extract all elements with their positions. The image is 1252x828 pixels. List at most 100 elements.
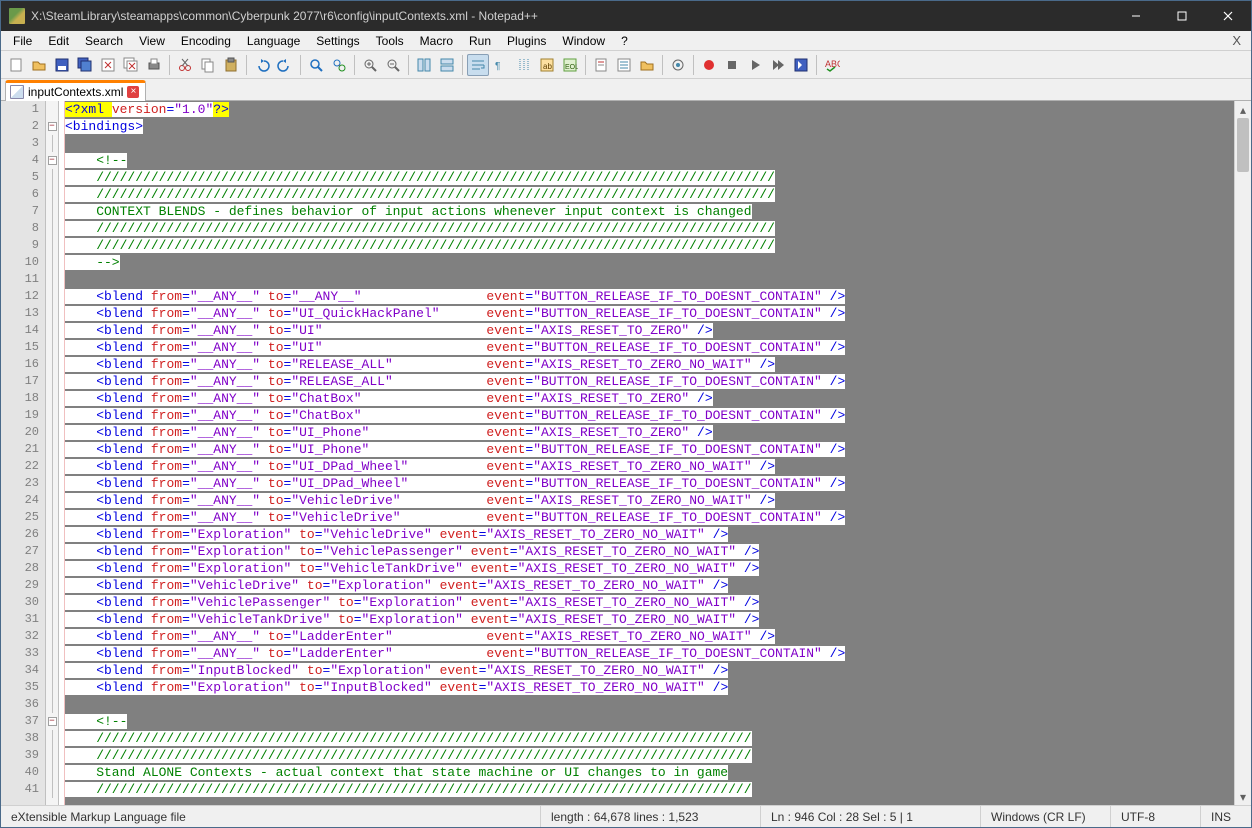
code-line[interactable]: -->: [65, 254, 1234, 271]
fold-cell[interactable]: [46, 424, 58, 441]
minimize-button[interactable]: [1113, 1, 1159, 31]
toolbar-undo-icon[interactable]: [251, 54, 273, 76]
code-line[interactable]: <blend from="Exploration" to="VehicleDri…: [65, 526, 1234, 543]
scroll-down-arrow[interactable]: ▾: [1235, 788, 1251, 805]
fold-cell[interactable]: −: [46, 118, 58, 135]
fold-cell[interactable]: [46, 373, 58, 390]
fold-cell[interactable]: [46, 543, 58, 560]
code-line[interactable]: <blend from="__ANY__" to="ChatBox" event…: [65, 407, 1234, 424]
fold-cell[interactable]: [46, 662, 58, 679]
toolbar-doc-map-icon[interactable]: [590, 54, 612, 76]
scrollbar-track[interactable]: [1235, 118, 1251, 788]
code-line[interactable]: <blend from="__ANY__" to="UI" event="AXI…: [65, 322, 1234, 339]
fold-cell[interactable]: [46, 679, 58, 696]
scroll-up-arrow[interactable]: ▴: [1235, 101, 1251, 118]
code-line[interactable]: ////////////////////////////////////////…: [65, 747, 1234, 764]
toolbar-cut-icon[interactable]: [174, 54, 196, 76]
menu-window[interactable]: Window: [554, 32, 613, 50]
toolbar-print-icon[interactable]: [143, 54, 165, 76]
toolbar-close-all-icon[interactable]: [120, 54, 142, 76]
fold-cell[interactable]: [46, 747, 58, 764]
code-line[interactable]: ////////////////////////////////////////…: [65, 169, 1234, 186]
code-line[interactable]: <blend from="__ANY__" to="UI_QuickHackPa…: [65, 305, 1234, 322]
toolbar-save-all-icon[interactable]: [74, 54, 96, 76]
fold-cell[interactable]: [46, 441, 58, 458]
close-button[interactable]: [1205, 1, 1251, 31]
status-insert-mode[interactable]: INS: [1201, 806, 1251, 827]
toolbar-folder-icon[interactable]: [636, 54, 658, 76]
code-line[interactable]: ////////////////////////////////////////…: [65, 781, 1234, 798]
editor[interactable]: 1234567891011121314151617181920212223242…: [1, 101, 1251, 805]
code-line[interactable]: <blend from="Exploration" to="InputBlock…: [65, 679, 1234, 696]
scrollbar-thumb[interactable]: [1237, 118, 1249, 172]
status-encoding[interactable]: UTF-8: [1111, 806, 1201, 827]
toolbar-paste-icon[interactable]: [220, 54, 242, 76]
code-line[interactable]: <!--: [65, 713, 1234, 730]
toolbar-all-chars-icon[interactable]: ¶: [490, 54, 512, 76]
toolbar-save-icon[interactable]: [51, 54, 73, 76]
fold-toggle-icon[interactable]: −: [48, 122, 57, 131]
code-line[interactable]: ////////////////////////////////////////…: [65, 730, 1234, 747]
toolbar-copy-icon[interactable]: [197, 54, 219, 76]
fold-cell[interactable]: [46, 237, 58, 254]
fold-toggle-icon[interactable]: −: [48, 717, 57, 726]
fold-cell[interactable]: [46, 356, 58, 373]
toolbar-lang-icon[interactable]: ab: [536, 54, 558, 76]
fold-cell[interactable]: −: [46, 713, 58, 730]
toolbar-func-list-icon[interactable]: [613, 54, 635, 76]
code-line[interactable]: <blend from="__ANY__" to="UI_DPad_Wheel"…: [65, 458, 1234, 475]
fold-cell[interactable]: [46, 186, 58, 203]
code-line[interactable]: <blend from="__ANY__" to="LadderEnter" e…: [65, 645, 1234, 662]
toolbar-play-mult-icon[interactable]: [767, 54, 789, 76]
fold-cell[interactable]: [46, 611, 58, 628]
fold-cell[interactable]: [46, 220, 58, 237]
toolbar-wrap-icon[interactable]: [467, 54, 489, 76]
menu-language[interactable]: Language: [239, 32, 308, 50]
menubar-close-doc[interactable]: X: [1226, 33, 1247, 48]
menu-run[interactable]: Run: [461, 32, 499, 50]
toolbar-sync-h-icon[interactable]: [436, 54, 458, 76]
fold-cell[interactable]: [46, 390, 58, 407]
code-line[interactable]: <blend from="__ANY__" to="__ANY__" event…: [65, 288, 1234, 305]
code-line[interactable]: Stand ALONE Contexts - actual context th…: [65, 764, 1234, 781]
fold-cell[interactable]: [46, 475, 58, 492]
toolbar-save-macro-icon[interactable]: [790, 54, 812, 76]
fold-cell[interactable]: [46, 339, 58, 356]
menu-plugins[interactable]: Plugins: [499, 32, 554, 50]
fold-cell[interactable]: [46, 594, 58, 611]
toolbar-sync-v-icon[interactable]: [413, 54, 435, 76]
code-line[interactable]: <blend from="__ANY__" to="UI_Phone" even…: [65, 441, 1234, 458]
code-line[interactable]: [65, 696, 1234, 713]
code-line[interactable]: <blend from="Exploration" to="VehicleTan…: [65, 560, 1234, 577]
toolbar-eol-icon[interactable]: EOL: [559, 54, 581, 76]
fold-cell[interactable]: [46, 101, 58, 118]
toolbar-new-icon[interactable]: [5, 54, 27, 76]
toolbar-stop-icon[interactable]: [721, 54, 743, 76]
code-line[interactable]: <blend from="__ANY__" to="UI_DPad_Wheel"…: [65, 475, 1234, 492]
fold-cell[interactable]: [46, 203, 58, 220]
vertical-scrollbar[interactable]: ▴ ▾: [1234, 101, 1251, 805]
code-line[interactable]: CONTEXT BLENDS - defines behavior of inp…: [65, 203, 1234, 220]
code-line[interactable]: [65, 135, 1234, 152]
code-line[interactable]: ////////////////////////////////////////…: [65, 237, 1234, 254]
toolbar-zoom-in-icon[interactable]: [359, 54, 381, 76]
fold-cell[interactable]: [46, 509, 58, 526]
code-line[interactable]: <bindings>: [65, 118, 1234, 135]
fold-cell[interactable]: [46, 628, 58, 645]
code-line[interactable]: <blend from="__ANY__" to="RELEASE_ALL" e…: [65, 373, 1234, 390]
code-line[interactable]: <blend from="__ANY__" to="UI" event="BUT…: [65, 339, 1234, 356]
fold-cell[interactable]: [46, 322, 58, 339]
toolbar-replace-icon[interactable]: [328, 54, 350, 76]
code-line[interactable]: <blend from="Exploration" to="VehiclePas…: [65, 543, 1234, 560]
fold-cell[interactable]: [46, 169, 58, 186]
menu-file[interactable]: File: [5, 32, 40, 50]
code-line[interactable]: <blend from="__ANY__" to="VehicleDrive" …: [65, 509, 1234, 526]
toolbar-indent-guide-icon[interactable]: [513, 54, 535, 76]
toolbar-close-icon[interactable]: [97, 54, 119, 76]
code-line[interactable]: <blend from="VehiclePassenger" to="Explo…: [65, 594, 1234, 611]
maximize-button[interactable]: [1159, 1, 1205, 31]
menu-edit[interactable]: Edit: [40, 32, 77, 50]
code-line[interactable]: ////////////////////////////////////////…: [65, 186, 1234, 203]
fold-cell[interactable]: [46, 526, 58, 543]
code-line[interactable]: <blend from="InputBlocked" to="Explorati…: [65, 662, 1234, 679]
